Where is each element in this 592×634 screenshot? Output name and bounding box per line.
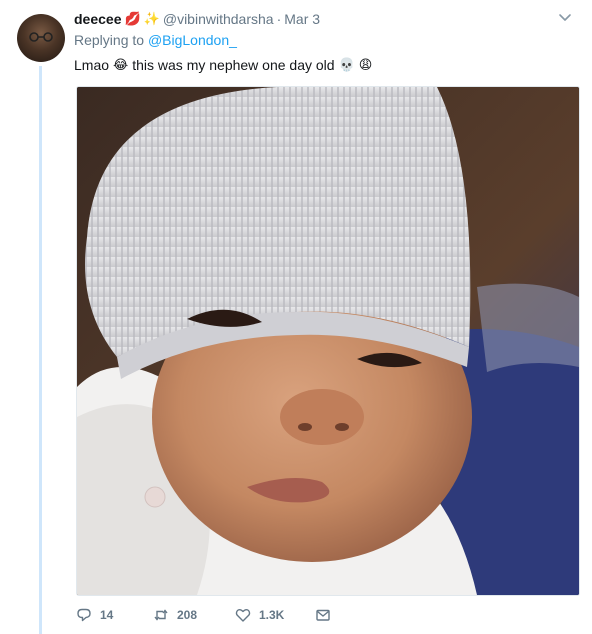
laughing-emoji: 😂: [113, 57, 129, 73]
reply-button[interactable]: 14: [76, 607, 153, 623]
retweet-button[interactable]: 208: [153, 607, 235, 623]
tweet-text-part1: Lmao: [74, 57, 110, 73]
envelope-icon: [316, 609, 330, 621]
glasses-icon: [29, 32, 53, 42]
skull-emoji: 💀: [338, 57, 355, 73]
tweet-text: Lmao 😂 this was my nephew one day old 💀 …: [74, 57, 372, 73]
weary-emoji: 😩: [358, 57, 373, 73]
author-name[interactable]: deecee: [74, 11, 121, 27]
heart-icon: [235, 609, 251, 622]
tweet-header: deecee 💋 ✨ @vibinwithdarsha · Mar 3: [74, 8, 320, 30]
sparkles-emoji: ✨: [143, 11, 160, 27]
replying-to: Replying to @BigLondon_: [74, 32, 237, 48]
retweet-count: 208: [177, 608, 198, 622]
tweet-photo[interactable]: [76, 86, 580, 596]
reply-icon: [77, 608, 91, 622]
retweet-icon: [154, 609, 168, 621]
lips-emoji: 💋: [124, 11, 141, 27]
tweet-date[interactable]: Mar 3: [284, 11, 320, 27]
author-handle[interactable]: @vibinwithdarsha: [163, 11, 274, 27]
replying-to-link[interactable]: @BigLondon_: [148, 32, 237, 48]
tweet-actions: 14 208 1.3K: [76, 604, 331, 626]
reply-count: 14: [100, 608, 114, 622]
like-count: 1.3K: [259, 608, 285, 622]
like-button[interactable]: 1.3K: [235, 607, 315, 623]
thread-line: [39, 66, 42, 634]
chevron-down-icon[interactable]: [558, 10, 572, 24]
replying-prefix: Replying to: [74, 32, 145, 48]
baby-photo-illustration: [77, 87, 579, 595]
separator-dot: ·: [276, 11, 282, 27]
direct-message-button[interactable]: [315, 607, 331, 623]
tweet-text-part2: this was my nephew one day old: [132, 57, 335, 73]
avatar[interactable]: [17, 14, 65, 62]
